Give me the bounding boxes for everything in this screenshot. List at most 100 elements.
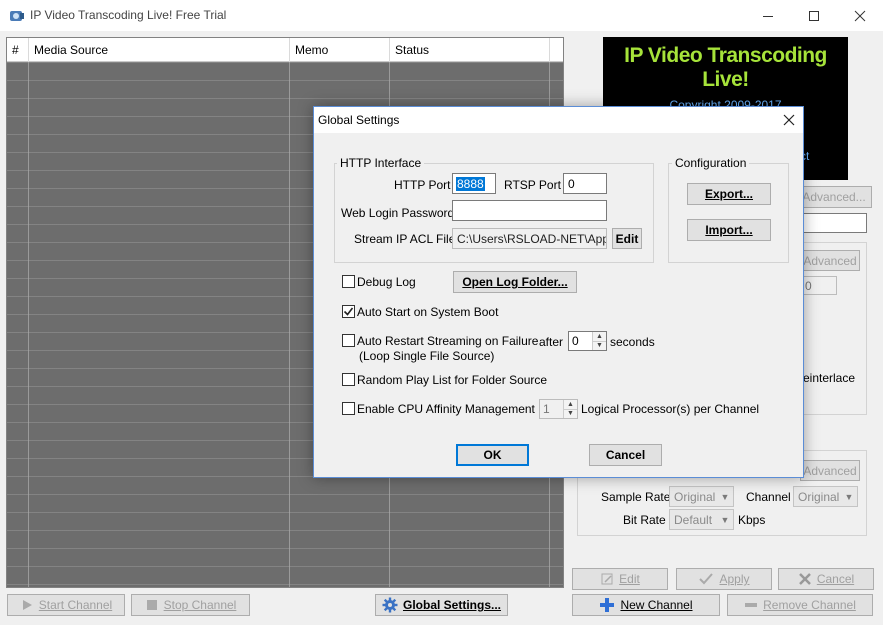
checkmark-icon [699, 573, 714, 585]
grid-line [28, 62, 29, 587]
column-header-number[interactable]: # [7, 38, 29, 62]
pencil-icon [601, 573, 613, 585]
open-log-folder-button[interactable]: Open Log Folder... [453, 271, 577, 293]
debug-log-label: Debug Log [357, 275, 416, 289]
debug-log-checkbox[interactable] [342, 275, 355, 288]
remove-channel-label: Remove Channel [763, 598, 856, 612]
play-icon [22, 600, 32, 610]
stop-icon [146, 600, 157, 610]
web-login-password-input[interactable] [452, 200, 607, 221]
window-title: IP Video Transcoding Live! Free Trial [30, 8, 227, 22]
http-port-value: 8888 [456, 176, 485, 191]
spin-down-icon[interactable]: ▼ [593, 340, 606, 350]
import-label: Import... [705, 223, 753, 237]
configuration-legend: Configuration [672, 156, 750, 170]
auto-start-label: Auto Start on System Boot [357, 305, 499, 319]
edit-label: Edit [619, 572, 640, 586]
channel-select[interactable]: Original ▼ [793, 486, 858, 507]
auto-restart-sublabel: (Loop Single File Source) [359, 349, 495, 363]
checkmark-icon [343, 307, 354, 316]
chevron-down-icon: ▼ [720, 514, 730, 525]
video-advanced-button[interactable]: Advanced... [796, 186, 872, 208]
web-login-password-label: Web Login Password [341, 206, 455, 220]
global-settings-dialog: Global Settings HTTP Interface HTTP Port… [313, 106, 804, 478]
after-label: after [539, 335, 564, 349]
stop-channel-label: Stop Channel [163, 598, 237, 612]
sample-rate-select[interactable]: Original ▼ [669, 486, 734, 507]
restart-delay-value: 0 [572, 334, 579, 348]
column-header-status[interactable]: Status [390, 38, 550, 62]
chevron-down-icon: ▼ [720, 491, 730, 502]
open-log-folder-label: Open Log Folder... [462, 275, 568, 289]
sample-rate-value: Original [674, 489, 716, 504]
export-label: Export... [704, 187, 753, 201]
column-header-memo[interactable]: Memo [290, 38, 390, 62]
chevron-down-icon: ▼ [844, 491, 854, 502]
deinterlace-label: einterlace [803, 371, 856, 385]
stream-ip-acl-input[interactable]: C:\Users\RSLOAD-NET\AppDat [452, 228, 607, 249]
seconds-label: seconds [610, 335, 655, 349]
rtsp-port-input[interactable]: 0 [563, 173, 607, 194]
new-channel-button[interactable]: New Channel [572, 594, 720, 616]
import-button[interactable]: Import... [687, 219, 771, 241]
edit-button[interactable]: Edit [572, 568, 668, 590]
cancel-button[interactable]: Cancel [589, 444, 662, 466]
restart-delay-spinner[interactable]: 0 ▲ ▼ [568, 331, 607, 351]
stream-ip-acl-label: Stream IP ACL File [354, 232, 456, 246]
x-icon [798, 573, 811, 585]
new-channel-label: New Channel [620, 598, 693, 612]
close-icon [783, 114, 795, 126]
dialog-title: Global Settings [318, 113, 400, 127]
audio-advanced-button[interactable]: Advanced [800, 460, 860, 481]
random-play-checkbox[interactable] [342, 373, 355, 386]
cpu-processors-value: 1 [543, 402, 550, 416]
acl-edit-button[interactable]: Edit [612, 228, 642, 249]
global-settings-button[interactable]: Global Settings... [375, 594, 508, 616]
channel-value: Original [798, 489, 840, 504]
sample-rate-label: Sample Rate [601, 490, 671, 504]
channel-label: Channel [746, 490, 791, 504]
app-icon [9, 8, 25, 24]
remove-channel-button[interactable]: Remove Channel [727, 594, 873, 616]
cancel-edit-button[interactable]: Cancel [778, 568, 874, 590]
auto-restart-checkbox[interactable] [342, 334, 355, 347]
dialog-close-button[interactable] [779, 110, 799, 130]
http-port-label: HTTP Port [394, 178, 451, 192]
start-channel-label: Start Channel [38, 598, 113, 612]
http-interface-legend: HTTP Interface [337, 156, 425, 170]
maximize-button[interactable] [791, 0, 837, 31]
start-channel-button[interactable]: Start Channel [7, 594, 125, 616]
stop-channel-button[interactable]: Stop Channel [131, 594, 250, 616]
bit-rate-select[interactable]: Default ▼ [669, 509, 734, 530]
bit-rate-label: Bit Rate [623, 513, 666, 527]
cpu-processors-spinner[interactable]: 1 ▲ ▼ [539, 399, 578, 419]
http-port-input[interactable]: 8888 [452, 173, 496, 194]
apply-button[interactable]: Apply [676, 568, 772, 590]
grid-line [289, 62, 290, 587]
auto-restart-label: Auto Restart Streaming on Failure [357, 334, 539, 348]
spin-down-icon[interactable]: ▼ [564, 408, 577, 418]
bit-rate-value: Default [674, 512, 713, 527]
cpu-affinity-label: Enable CPU Affinity Management [357, 402, 535, 416]
logo-title: IP Video Transcoding Live! [624, 44, 827, 91]
spin-up-icon[interactable]: ▲ [564, 400, 577, 409]
column-header-media-source[interactable]: Media Source [29, 38, 290, 62]
video-value-field[interactable]: 0 [800, 276, 837, 295]
minimize-button[interactable] [745, 0, 791, 31]
video-advanced-button-2[interactable]: Advanced [800, 250, 860, 271]
cpu-affinity-checkbox[interactable] [342, 402, 355, 415]
ok-button[interactable]: OK [456, 444, 529, 466]
auto-start-checkbox[interactable] [342, 305, 355, 318]
apply-label: Apply [719, 572, 750, 586]
gear-icon [382, 597, 398, 613]
spin-up-icon[interactable]: ▲ [593, 332, 606, 341]
random-play-label: Random Play List for Folder Source [357, 373, 548, 387]
configuration-group [668, 163, 789, 263]
source-url-field[interactable] [796, 213, 867, 233]
cancel-edit-label: Cancel [816, 572, 855, 586]
export-button[interactable]: Export... [687, 183, 771, 205]
minus-icon [745, 603, 758, 607]
dialog-title-bar: Global Settings [314, 107, 803, 133]
close-icon [854, 10, 866, 21]
close-button[interactable] [837, 0, 883, 31]
